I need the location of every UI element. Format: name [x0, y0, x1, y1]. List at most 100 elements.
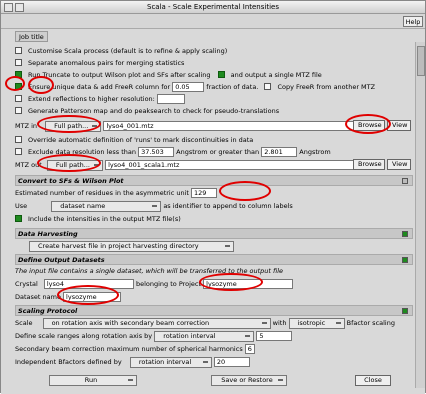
- section-toggle-icon[interactable]: [402, 231, 408, 237]
- option-label: Ensure unique data & add FreeR column fo…: [28, 83, 171, 91]
- close-button[interactable]: Close: [355, 375, 391, 386]
- option-tail-label: Copy FreeR from another MTZ: [277, 83, 376, 91]
- bfactors-input[interactable]: 20: [213, 357, 250, 367]
- section-protocol-header[interactable]: Scaling Protocol: [15, 305, 413, 316]
- option-label: Exclude data resolution less than: [28, 148, 136, 156]
- scrollbar-thumb[interactable]: [417, 46, 425, 76]
- harmonics-label: Secondary beam correction maximum number…: [15, 345, 243, 353]
- datasets-note: The input file contains a single dataset…: [15, 267, 284, 275]
- mtz-out-view-button[interactable]: View: [387, 159, 411, 170]
- option-resolution[interactable]: Exclude data resolution less than 37.503…: [15, 146, 331, 158]
- option-anomalous[interactable]: Separate anomalous pairs for merging sta…: [15, 57, 184, 69]
- project-label: belonging to Project: [135, 280, 202, 288]
- bfactor-select[interactable]: isotropic: [288, 317, 345, 329]
- crystal-row: Crystal lyso4 belonging to Project lysoz…: [15, 278, 294, 290]
- mtz-in-row: MTZ in Full path... lyso4_001.mtz: [15, 120, 358, 132]
- mtz-in-view-button[interactable]: View: [387, 120, 411, 131]
- mtz-out-file-input[interactable]: lyso4_001_scala1.mtz: [105, 160, 360, 170]
- checkbox[interactable]: [15, 107, 22, 114]
- option-label: Generate Patterson map and do peaksearch…: [28, 107, 280, 115]
- option-truncate[interactable]: Run Truncate to output Wilson plot and S…: [15, 69, 322, 81]
- freer-fraction-input[interactable]: 0.05: [172, 82, 205, 92]
- scale-row: Scale on rotation axis with secondary be…: [15, 317, 395, 329]
- window-minimize-icon[interactable]: [15, 3, 24, 12]
- section-title: Data Harvesting: [18, 230, 78, 238]
- section-toggle-icon[interactable]: [402, 178, 408, 184]
- option-customise[interactable]: Customise Scala process (default is to r…: [15, 45, 227, 57]
- mtz-out-label: MTZ out: [15, 161, 42, 169]
- project-input[interactable]: lysozyme: [203, 279, 294, 289]
- mtz-in-browse-button[interactable]: Browse: [353, 120, 385, 131]
- checkbox[interactable]: [15, 47, 22, 54]
- extend-resolution-input[interactable]: [156, 94, 185, 104]
- dataset-label: Dataset name: [15, 293, 61, 301]
- mtz-out-browse-button[interactable]: Browse: [353, 159, 385, 170]
- help-button[interactable]: Help: [403, 16, 423, 27]
- checkbox-checked[interactable]: [217, 71, 225, 78]
- checkbox[interactable]: [15, 95, 22, 102]
- identifier-select[interactable]: dataset name: [51, 200, 162, 212]
- resolution-unit-label: Angstrom: [299, 148, 331, 156]
- with-label: with: [272, 319, 287, 327]
- section-title: Define Output Datasets: [18, 256, 105, 264]
- mtz-out-path-button[interactable]: Full path...: [46, 159, 103, 171]
- scale-mode-select[interactable]: on rotation axis with secondary beam cor…: [42, 317, 271, 329]
- option-mid-label: fraction of data.: [206, 83, 259, 91]
- menu-bar: Help: [1, 14, 425, 29]
- checkbox-checked[interactable]: [15, 83, 22, 90]
- section-title: Scaling Protocol: [18, 307, 78, 315]
- option-label: Include the intensities in the output MT…: [28, 215, 181, 223]
- run-button[interactable]: Run: [49, 375, 137, 386]
- checkbox[interactable]: [15, 59, 22, 66]
- residues-input[interactable]: 129: [191, 188, 218, 198]
- residues-row: Estimated number of residues in the asym…: [15, 187, 218, 199]
- bfactors-label: Independent Bfactors defined by: [15, 358, 122, 366]
- crystal-input[interactable]: lyso4: [43, 279, 134, 289]
- resolution-high-input[interactable]: 2.801: [261, 147, 298, 157]
- option-label: Separate anomalous pairs for merging sta…: [28, 59, 185, 67]
- section-convert-header[interactable]: Convert to SFs & Wilson Plot: [15, 175, 413, 186]
- section-title: Convert to SFs & Wilson Plot: [18, 177, 124, 185]
- checkbox[interactable]: [15, 136, 22, 143]
- section-toggle-icon[interactable]: [402, 257, 408, 263]
- use-label: Use: [15, 202, 28, 210]
- section-harvest-header[interactable]: Data Harvesting: [15, 228, 413, 239]
- bfactors-select[interactable]: rotation interval: [129, 356, 212, 368]
- option-override-runs[interactable]: Override automatic definition of 'runs' …: [15, 134, 253, 146]
- job-title-tab[interactable]: Job title: [15, 31, 48, 42]
- option-patterson[interactable]: Generate Patterson map and do peaksearch…: [15, 105, 279, 117]
- ranges-select[interactable]: rotation interval: [154, 330, 255, 342]
- resolution-low-input[interactable]: 37.503: [138, 147, 175, 157]
- harmonics-row: Secondary beam correction maximum number…: [15, 343, 255, 355]
- option-include-intensities[interactable]: Include the intensities in the output MT…: [15, 213, 181, 225]
- ranges-row: Define scale ranges along rotation axis …: [15, 330, 293, 342]
- use-tail-label: as identifier to append to column labels: [163, 202, 293, 210]
- mtz-in-file-input[interactable]: lyso4_001.mtz: [103, 121, 358, 131]
- save-restore-button[interactable]: Save or Restore: [211, 375, 287, 386]
- option-label: Override automatic definition of 'runs' …: [28, 136, 254, 144]
- scrollbar[interactable]: [415, 42, 425, 388]
- checkbox[interactable]: [15, 148, 22, 155]
- checkbox-checked[interactable]: [15, 71, 22, 78]
- checkbox[interactable]: [264, 83, 272, 90]
- window-title: Scala - Scale Experimental Intensities: [147, 3, 279, 11]
- section-datasets-header[interactable]: Define Output Datasets: [15, 254, 413, 265]
- section-toggle-icon[interactable]: [402, 308, 408, 314]
- ranges-input[interactable]: 5: [256, 331, 293, 341]
- window-close-icon[interactable]: [4, 3, 13, 12]
- mtz-in-path-button[interactable]: Full path...: [45, 120, 102, 132]
- harmonics-input[interactable]: 6: [244, 344, 255, 354]
- bfactors-row: Independent Bfactors defined by rotation…: [15, 356, 250, 368]
- dataset-row: Dataset name lysozyme: [15, 291, 122, 303]
- checkbox-checked[interactable]: [15, 215, 22, 222]
- option-freer[interactable]: Ensure unique data & add FreeR column fo…: [15, 81, 375, 93]
- harvest-select[interactable]: Create harvest file in project harvestin…: [29, 240, 234, 252]
- option-label: Customise Scala process (default is to r…: [28, 47, 228, 55]
- title-bar: Scala - Scale Experimental Intensities: [1, 1, 425, 14]
- option-extend[interactable]: Extend reflections to higher resolution:: [15, 93, 185, 105]
- dataset-input[interactable]: lysozyme: [63, 292, 122, 302]
- use-identifier-row: Use dataset name as identifier to append…: [15, 200, 293, 212]
- option-label: Extend reflections to higher resolution:: [28, 95, 155, 103]
- resolution-mid-label: Angstrom or greater than: [176, 148, 260, 156]
- harvest-row: Create harvest file in project harvestin…: [29, 240, 234, 252]
